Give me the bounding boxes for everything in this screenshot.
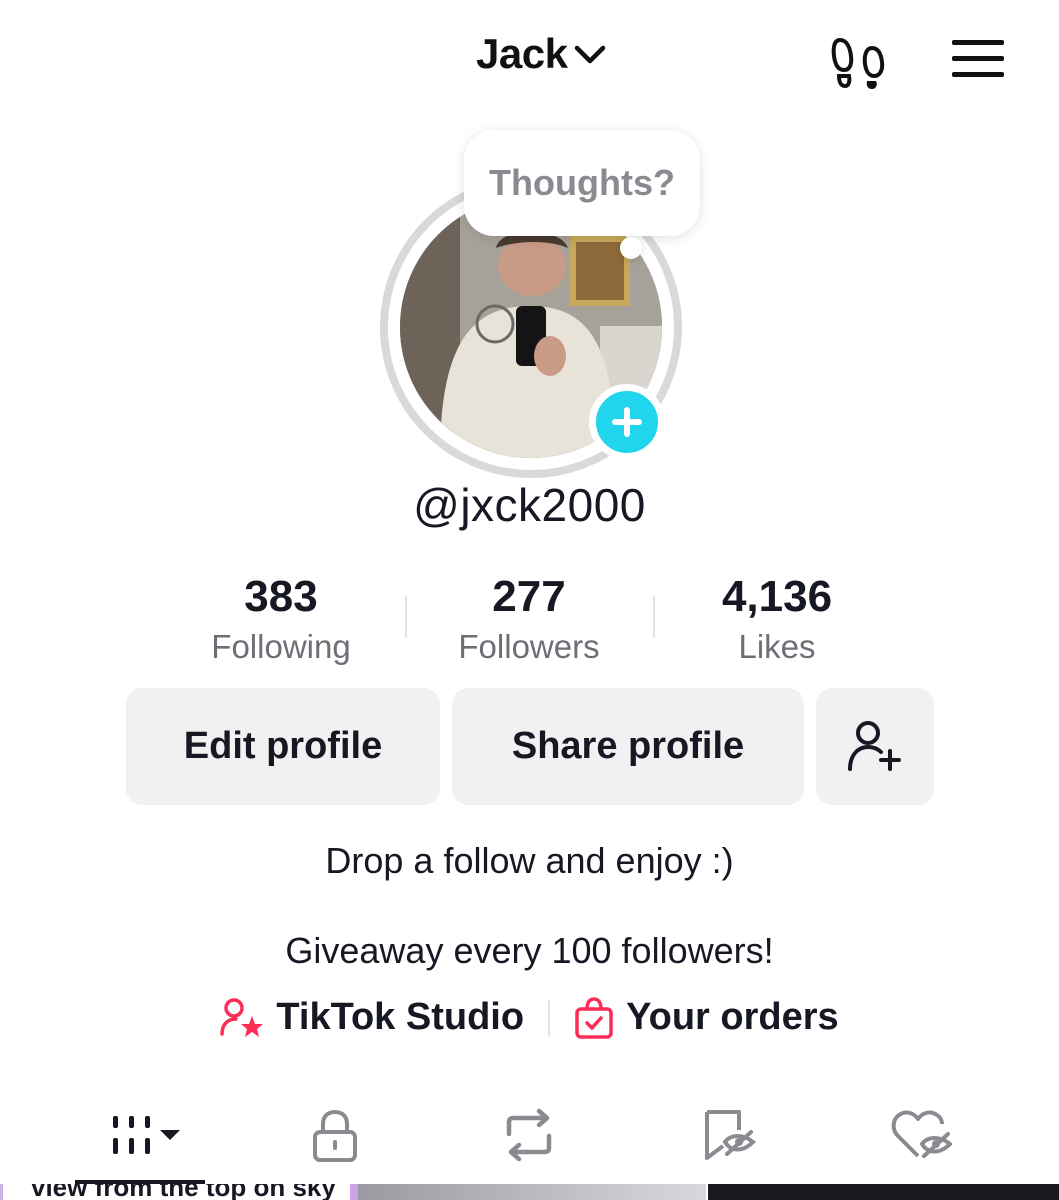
edit-profile-button[interactable]: Edit profile — [126, 688, 440, 805]
video-thumbnail[interactable] — [708, 1184, 1059, 1200]
account-switcher[interactable]: Jack — [476, 30, 607, 78]
followers-count: 277 — [492, 572, 566, 621]
following-label: Following — [211, 628, 351, 665]
followers-label: Followers — [458, 628, 600, 665]
lock-icon — [313, 1109, 357, 1162]
top-header: Jack — [0, 0, 1059, 115]
stat-divider — [405, 596, 407, 638]
username: @jxck2000 — [413, 479, 646, 531]
videos-grid-icon — [113, 1116, 180, 1154]
video-thumbnail[interactable] — [358, 1184, 706, 1200]
likes-label: Likes — [738, 628, 816, 665]
tab-videos[interactable] — [90, 1090, 200, 1180]
stat-likes[interactable]: 4,136 Likes — [667, 570, 887, 668]
likes-count: 4,136 — [721, 572, 833, 621]
your-orders-link[interactable]: Your orders — [574, 996, 839, 1039]
your-orders-label: Your orders — [626, 996, 839, 1038]
tab-private[interactable] — [300, 1090, 370, 1180]
plus-icon — [612, 407, 642, 437]
menu-icon[interactable] — [950, 38, 1006, 85]
stat-divider — [653, 596, 655, 638]
video-thumbnail[interactable]: view from the top on sky — [0, 1184, 350, 1200]
tab-favorites[interactable] — [692, 1090, 762, 1180]
creator-star-icon — [220, 997, 264, 1037]
bubble-tail — [620, 237, 642, 259]
share-profile-button[interactable]: Share profile — [452, 688, 804, 805]
thumbnail-edge — [350, 1184, 358, 1200]
thumbnail-caption: view from the top on sky — [31, 1184, 336, 1200]
thoughts-bubble[interactable]: Thoughts? — [464, 130, 700, 236]
tiktok-studio-label: TikTok Studio — [276, 996, 525, 1038]
add-story-button[interactable] — [589, 384, 665, 460]
stat-followers[interactable]: 277 Followers — [419, 570, 639, 668]
liked-icon — [891, 1110, 952, 1158]
chevron-down-icon — [573, 42, 607, 71]
stat-following[interactable]: 383 Following — [171, 570, 391, 668]
favorites-icon — [705, 1110, 756, 1160]
thoughts-text: Thoughts? — [489, 162, 675, 203]
footprint-icon[interactable] — [830, 34, 888, 95]
tab-reposts[interactable] — [494, 1090, 564, 1180]
profile-links: TikTok Studio Your orders — [0, 996, 1059, 1039]
tab-liked[interactable] — [886, 1090, 956, 1180]
bio-line-1: Drop a follow and enjoy :) — [325, 840, 734, 881]
link-divider — [548, 999, 551, 1036]
video-grid: view from the top on sky — [0, 1184, 1059, 1200]
account-name: Jack — [476, 30, 568, 77]
following-count: 383 — [244, 572, 318, 621]
edit-profile-label: Edit profile — [183, 725, 383, 767]
add-user-icon — [848, 720, 901, 771]
shopping-bag-icon — [575, 996, 613, 1039]
repost-icon — [506, 1108, 552, 1162]
tiktok-studio-link[interactable]: TikTok Studio — [220, 996, 524, 1039]
share-profile-label: Share profile — [511, 725, 745, 767]
add-friend-button[interactable] — [816, 688, 934, 805]
content-tabs — [0, 1090, 1059, 1182]
bio-line-2: Giveaway every 100 followers! — [285, 930, 774, 971]
